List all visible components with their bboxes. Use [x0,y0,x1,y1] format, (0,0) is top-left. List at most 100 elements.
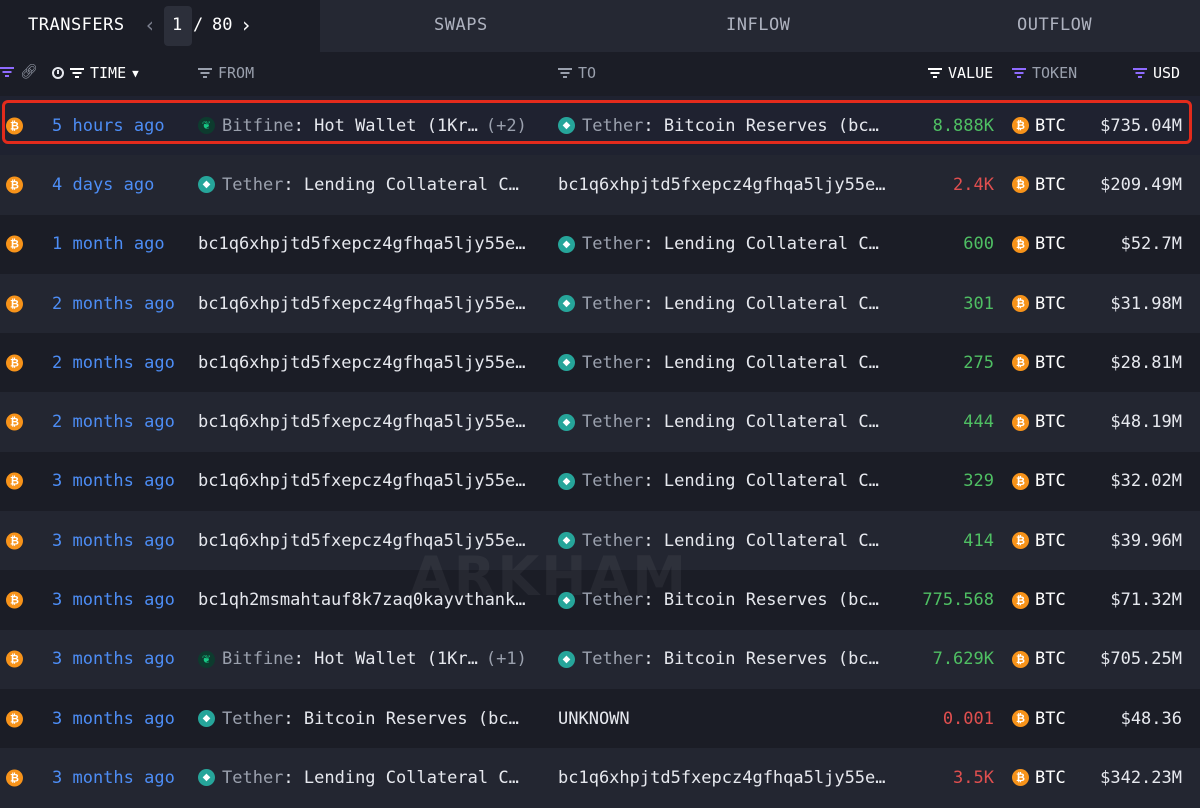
to-cell[interactable]: bc1q6xhpjtd5fxepcz4gfhqa5ljy55e… [558,768,906,788]
page-current[interactable]: 1 [172,15,182,35]
header-value[interactable]: VALUE [928,64,993,82]
to-cell[interactable]: ◆ Tether: Lending Collateral C… [558,294,906,314]
from-entity-detail[interactable]: : Lending Collateral C… [283,175,518,195]
from-cell[interactable]: bc1q6xhpjtd5fxepcz4gfhqa5ljy55e… [198,531,544,551]
from-entity-detail[interactable]: : Hot Wallet (1Kr… [294,649,478,669]
token-cell[interactable]: ₿ BTC [1012,116,1066,136]
to-cell[interactable]: UNKNOWN [558,709,906,729]
chevron-left-icon[interactable]: ‹ [144,13,156,37]
from-cell[interactable]: ◆ Tether: Lending Collateral C… [198,175,544,195]
token-cell[interactable]: ₿ BTC [1012,768,1066,788]
from-entity-detail[interactable]: : Bitcoin Reserves (bc… [283,709,518,729]
from-entity-name[interactable]: Bitfine [222,116,294,136]
to-cell[interactable]: ◆ Tether: Lending Collateral C… [558,531,906,551]
table-row[interactable]: ₿ 3 months ago bc1q6xhpjtd5fxepcz4gfhqa5lj… [0,452,1200,511]
table-row[interactable]: ₿ 3 months ago ◆ Tether: Bitcoin Reserves (… [0,689,1200,748]
from-cell[interactable]: ◆ Tether: Bitcoin Reserves (bc… [198,709,544,729]
to-entity-name[interactable]: Tether [582,412,643,432]
header-usd[interactable]: USD [1133,64,1180,82]
time-link[interactable]: 1 month ago [52,234,165,254]
to-entity-detail[interactable]: : Lending Collateral C… [643,234,878,254]
token-cell[interactable]: ₿ BTC [1012,649,1066,669]
from-cell[interactable]: bc1q6xhpjtd5fxepcz4gfhqa5ljy55e… [198,412,544,432]
time-link[interactable]: 4 days ago [52,175,154,195]
header-time[interactable]: TIME ▼ [52,64,139,82]
token-cell[interactable]: ₿ BTC [1012,471,1066,491]
table-row[interactable]: ₿ 2 months ago bc1q6xhpjtd5fxepcz4gfhqa5lj… [0,333,1200,392]
to-entity-name[interactable]: Tether [582,471,643,491]
token-cell[interactable]: ₿ BTC [1012,353,1066,373]
time-link[interactable]: 3 months ago [52,709,175,729]
to-entity-name[interactable]: Tether [582,531,643,551]
tab-outflow[interactable]: OUTFLOW [1017,15,1092,35]
to-entity-name[interactable]: Tether [582,649,643,669]
to-cell[interactable]: ◆ Tether: Lending Collateral C… [558,471,906,491]
to-entity-detail[interactable]: : Lending Collateral C… [643,471,878,491]
time-link[interactable]: 3 months ago [52,471,175,491]
link-icon[interactable]: 🔗︎ [20,64,38,80]
filter-icon[interactable] [558,67,572,79]
from-cell[interactable]: bc1q6xhpjtd5fxepcz4gfhqa5ljy55e… [198,353,544,373]
time-link[interactable]: 3 months ago [52,531,175,551]
sort-caret-icon[interactable]: ▼ [132,67,139,80]
from-cell[interactable]: bc1q6xhpjtd5fxepcz4gfhqa5ljy55e… [198,234,544,254]
to-address[interactable]: bc1q6xhpjtd5fxepcz4gfhqa5ljy55e… [558,175,886,195]
to-address[interactable]: UNKNOWN [558,709,630,729]
header-to[interactable]: TO [558,64,596,82]
to-cell[interactable]: ◆ Tether: Bitcoin Reserves (bc… [558,116,906,136]
to-entity-name[interactable]: Tether [582,294,643,314]
from-entity-name[interactable]: Tether [222,709,283,729]
from-address[interactable]: bc1q6xhpjtd5fxepcz4gfhqa5ljy55e… [198,471,526,491]
to-entity-detail[interactable]: : Bitcoin Reserves (bc… [643,116,878,136]
table-row[interactable]: ₿ 3 months ago ◆ Tether: Lending Collateral… [0,748,1200,808]
filter-icon[interactable] [198,67,212,79]
table-row[interactable]: ₿ 3 months ago bc1q6xhpjtd5fxepcz4gfhqa5lj… [0,511,1200,571]
from-entity-name[interactable]: Tether [222,768,283,788]
from-address[interactable]: bc1q6xhpjtd5fxepcz4gfhqa5ljy55e… [198,234,526,254]
from-address[interactable]: bc1q6xhpjtd5fxepcz4gfhqa5ljy55e… [198,412,526,432]
time-link[interactable]: 2 months ago [52,294,175,314]
header-token[interactable]: TOKEN [1012,64,1077,82]
to-entity-name[interactable]: Tether [582,353,643,373]
to-entity-detail[interactable]: : Bitcoin Reserves (bc… [643,649,878,669]
from-cell[interactable]: bc1q6xhpjtd5fxepcz4gfhqa5ljy55e… [198,471,544,491]
from-extra-count[interactable]: (+2) [486,116,527,136]
from-address[interactable]: bc1q6xhpjtd5fxepcz4gfhqa5ljy55e… [198,531,526,551]
to-entity-detail[interactable]: : Lending Collateral C… [643,353,878,373]
tab-swaps[interactable]: SWAPS [434,15,488,35]
from-cell[interactable]: ❦ Bitfine: Hot Wallet (1Kr… (+2) [198,116,544,136]
table-row[interactable]: ₿ 3 months ago bc1qh2msmahtauf8k7zaq0kayvt… [0,570,1200,629]
time-link[interactable]: 3 months ago [52,649,175,669]
filter-icon[interactable] [928,67,942,79]
token-cell[interactable]: ₿ BTC [1012,175,1066,195]
table-row[interactable]: ₿ 4 days ago ◆ Tether: Lending Collateral C… [0,155,1200,215]
time-link[interactable]: 3 months ago [52,768,175,788]
header-from[interactable]: FROM [198,64,254,82]
table-row[interactable]: ₿ 2 months ago bc1q6xhpjtd5fxepcz4gfhqa5lj… [0,392,1200,452]
to-entity-name[interactable]: Tether [582,590,643,610]
table-row[interactable]: ₿ 5 hours ago ❦ Bitfine: Hot Wallet (1Kr… (+… [0,96,1200,156]
tab-inflow[interactable]: INFLOW [726,15,790,35]
to-entity-detail[interactable]: : Bitcoin Reserves (bc… [643,590,878,610]
filter-icon[interactable] [1133,67,1147,79]
table-row[interactable]: ₿ 1 month ago bc1q6xhpjtd5fxepcz4gfhqa5ljy… [0,215,1200,274]
token-cell[interactable]: ₿ BTC [1012,294,1066,314]
token-cell[interactable]: ₿ BTC [1012,590,1066,610]
to-cell[interactable]: ◆ Tether: Lending Collateral C… [558,234,906,254]
from-entity-name[interactable]: Bitfine [222,649,294,669]
from-cell[interactable]: bc1qh2msmahtauf8k7zaq0kayvthank… [198,590,544,610]
to-entity-detail[interactable]: : Lending Collateral C… [643,531,878,551]
time-link[interactable]: 3 months ago [52,590,175,610]
from-address[interactable]: bc1q6xhpjtd5fxepcz4gfhqa5ljy55e… [198,353,526,373]
header-link-filter[interactable]: 🔗︎ [0,64,38,80]
from-cell[interactable]: ◆ Tether: Lending Collateral C… [198,768,544,788]
table-row[interactable]: ₿ 3 months ago ❦ Bitfine: Hot Wallet (1Kr… (… [0,629,1200,689]
from-address[interactable]: bc1qh2msmahtauf8k7zaq0kayvthank… [198,590,526,610]
token-cell[interactable]: ₿ BTC [1012,234,1066,254]
from-entity-name[interactable]: Tether [222,175,283,195]
time-link[interactable]: 2 months ago [52,353,175,373]
table-row[interactable]: ₿ 2 months ago bc1q6xhpjtd5fxepcz4gfhqa5lj… [0,273,1200,334]
from-entity-detail[interactable]: : Hot Wallet (1Kr… [294,116,478,136]
from-entity-detail[interactable]: : Lending Collateral C… [283,768,518,788]
to-entity-name[interactable]: Tether [582,234,643,254]
